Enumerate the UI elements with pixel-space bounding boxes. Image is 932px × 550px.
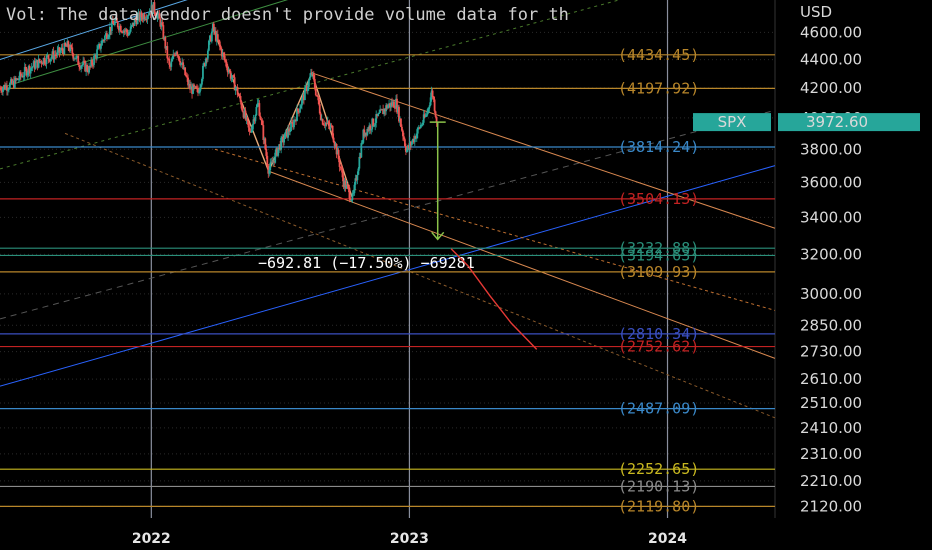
candle-body [431,90,434,97]
candle-body [93,55,95,65]
price-tick-label: 2210.00 [800,472,862,490]
candle-body [206,50,209,59]
candle-body [246,117,249,122]
price-tick-label: 3800.00 [800,140,862,158]
symbol-label: SPX [718,113,747,131]
price-tick-label: 2850.00 [800,316,862,334]
channel-upper [311,72,776,229]
horizontal-level-label: (2190.13) [618,477,699,495]
channel-mid-dotted [214,148,776,311]
price-chart[interactable]: (4434.45)(4197.92)(3814.24)(3504.13)(323… [0,0,932,550]
last-price-label: 3972.60 [806,113,868,131]
horizontal-level-label: (4434.45) [618,46,699,64]
candle-body [100,45,102,49]
price-tick-label: 2730.00 [800,343,862,361]
price-tick-label: 3400.00 [800,208,862,226]
candle-body [360,143,363,158]
candle-body [119,25,122,32]
currency-label: USD [800,3,832,21]
horizontal-level-label: (3814.24) [618,138,699,156]
candle-body [34,62,37,69]
price-tick-label: 2310.00 [800,445,862,463]
year-label: 2023 [390,531,429,547]
price-tick-label: 3600.00 [800,173,862,191]
candle-body [307,79,310,87]
candle-body [433,99,436,112]
chart-stage[interactable]: (4434.45) (4197.92) (3814.24) (3504.13) (323… [0,0,932,550]
candle-body [47,55,50,59]
horizontal-level-label: (2252.65) [618,460,699,478]
horizontal-level-label: (4197.92) [618,79,699,97]
year-label: 2022 [132,531,171,547]
price-tick-label: 2510.00 [800,394,862,412]
candle-body [378,112,381,114]
candle-body [170,61,173,67]
candle-body [254,115,257,122]
price-tick-label: 2610.00 [800,370,862,388]
price-tick-label: 4400.00 [800,51,862,69]
horizontal-level-label: (3194.63) [618,246,699,264]
price-tick-label: 3200.00 [800,245,862,263]
pattern-zigzag-line [212,28,354,200]
price-tick-label: 4600.00 [800,23,862,41]
candle-body [314,87,317,96]
candle-body [176,51,179,56]
candle-body [266,155,269,166]
horizontal-level-label: (2487.09) [618,400,699,418]
horizontal-level-label: (2752.62) [618,338,699,356]
candle-body [216,34,219,40]
candle-body [434,111,437,117]
candle-body [166,46,169,59]
price-tick-label: 2410.00 [800,419,862,437]
price-tick-label: 2120.00 [800,497,862,515]
price-tick-label: 3000.00 [800,285,862,303]
candle-body [31,66,34,68]
price-tick-label: 4200.00 [800,79,862,97]
measure-label: −692.81 (−17.50%) −69281 [258,254,475,272]
horizontal-level-label: (3504.13) [618,190,699,208]
volume-notice: Vol: The data vendor doesn't provide vol… [6,5,569,25]
candle-body [104,35,106,41]
horizontal-level-label: (2119.80) [618,497,699,515]
year-label: 2024 [648,531,687,547]
candle-body [202,65,204,79]
horizontal-level-label: (3109.93) [618,263,699,281]
candle-body [356,174,359,181]
candle-body [210,31,213,42]
candle-body [297,108,299,111]
candle-body [96,49,98,59]
candle-body [71,47,74,54]
candle-body [338,159,341,167]
candle-body [299,108,301,113]
candle-body [255,107,258,116]
candle-body [283,138,286,143]
